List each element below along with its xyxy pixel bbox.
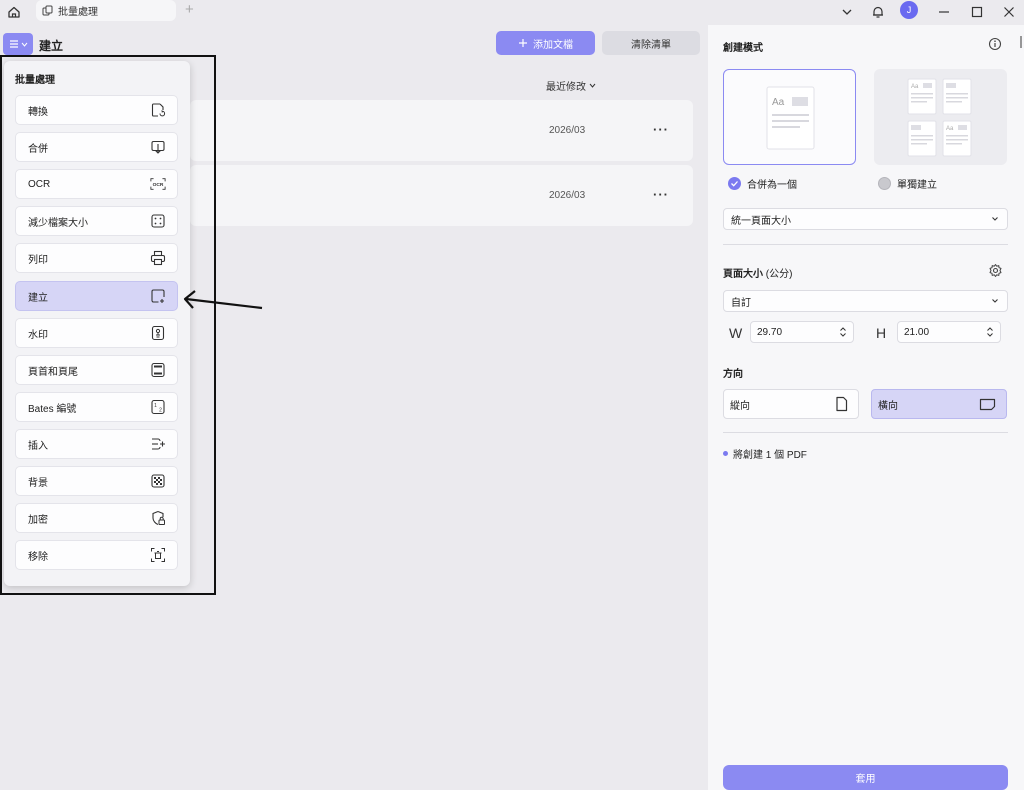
menu-toggle-button[interactable]	[3, 33, 33, 55]
page-size-mode-value: 統一頁面大小	[731, 215, 791, 227]
gear-icon[interactable]	[988, 263, 1003, 278]
orientation-heading: 方向	[723, 369, 743, 380]
minimize-icon[interactable]	[935, 3, 953, 21]
landscape-page-icon	[979, 398, 996, 411]
home-icon[interactable]	[5, 3, 23, 21]
tab-batch-process[interactable]: 批量處理	[36, 0, 176, 21]
close-icon[interactable]	[1000, 3, 1018, 21]
scrollbar[interactable]	[1018, 35, 1024, 790]
radio-merge[interactable]: 合併為一個	[728, 176, 797, 191]
more-options-button[interactable]: ···	[653, 122, 669, 137]
bell-icon[interactable]	[869, 3, 887, 21]
separate-documents-preview: Aa Aa	[907, 78, 972, 157]
bullet-dot-icon	[723, 451, 728, 456]
file-row[interactable]: 2026/03 ···	[190, 165, 693, 226]
radio-single-label: 單獨建立	[897, 180, 937, 191]
title-bar: 批量處理 + J	[0, 0, 1024, 24]
preview-text: Aa	[772, 97, 785, 108]
chevron-down-icon[interactable]	[838, 3, 856, 21]
check-icon	[728, 177, 741, 190]
orientation-landscape-button[interactable]: 橫向	[871, 389, 1007, 419]
landscape-label: 橫向	[878, 400, 898, 412]
height-letter: H	[876, 325, 887, 341]
width-input[interactable]: 29.70	[750, 321, 854, 343]
page-size-mode-select[interactable]: 統一頁面大小	[723, 208, 1008, 230]
settings-panel: 創建模式 Aa Aa Aa 合併為一個 單獨建立 統一頁面大小 頁面大小 (公分…	[708, 25, 1024, 790]
page-size-preset-select[interactable]: 自訂	[723, 290, 1008, 312]
arrow-icon	[182, 287, 266, 315]
chevron-down-icon	[991, 215, 999, 223]
page-size-label: 頁面大小	[723, 269, 763, 280]
sort-dropdown[interactable]: 最近修改	[546, 78, 596, 93]
new-tab-button[interactable]: +	[185, 1, 194, 18]
height-value: 21.00	[904, 326, 930, 338]
file-date: 2026/03	[549, 125, 586, 136]
divider	[723, 432, 1008, 433]
chevron-down-icon	[21, 41, 28, 48]
more-options-button[interactable]: ···	[653, 187, 669, 202]
width-value: 29.70	[757, 326, 783, 338]
note-text: 將創建 1 個 PDF	[733, 450, 807, 461]
batch-tab-icon	[42, 5, 53, 16]
sort-label: 最近修改	[546, 82, 586, 93]
maximize-icon[interactable]	[968, 3, 986, 21]
tab-label: 批量處理	[58, 7, 98, 18]
divider	[723, 244, 1008, 245]
add-file-label: 添加文檔	[533, 39, 573, 51]
orientation-portrait-button[interactable]: 縱向	[723, 389, 859, 419]
portrait-page-icon	[835, 396, 848, 412]
page-size-preset-value: 自訂	[731, 297, 751, 309]
radio-merge-label: 合併為一個	[747, 180, 797, 191]
list-icon	[9, 39, 19, 49]
file-date: 2026/03	[549, 190, 586, 201]
clear-list-button[interactable]: 清除清單	[602, 31, 700, 55]
annotation-frame	[0, 55, 216, 595]
page-size-unit: (公分)	[765, 269, 793, 280]
preview-text: Aa	[911, 84, 919, 90]
avatar[interactable]: J	[900, 1, 918, 19]
apply-button[interactable]: 套用	[723, 765, 1008, 790]
plus-icon	[518, 38, 528, 48]
info-icon[interactable]	[988, 37, 1002, 51]
add-file-button[interactable]: 添加文檔	[496, 31, 595, 55]
stepper-icon[interactable]	[986, 326, 994, 338]
panel-title: 創建模式	[723, 43, 763, 54]
mode-single-card[interactable]: Aa Aa	[874, 69, 1007, 165]
chevron-down-icon	[589, 82, 596, 89]
page-title: 建立	[39, 39, 64, 53]
height-input[interactable]: 21.00	[897, 321, 1001, 343]
create-count-note: 將創建 1 個 PDF	[723, 446, 807, 461]
page-size-heading: 頁面大小 (公分)	[723, 265, 792, 280]
preview-text: Aa	[946, 126, 954, 132]
stepper-icon[interactable]	[839, 326, 847, 338]
chevron-down-icon	[991, 297, 999, 305]
file-row[interactable]: 2026/03 ···	[190, 100, 693, 161]
radio-single[interactable]: 單獨建立	[878, 176, 937, 191]
width-letter: W	[729, 325, 743, 341]
radio-unchecked-icon	[878, 177, 891, 190]
mode-merge-card[interactable]: Aa	[723, 69, 856, 165]
portrait-label: 縱向	[730, 400, 750, 412]
merged-document-preview: Aa	[766, 86, 815, 150]
